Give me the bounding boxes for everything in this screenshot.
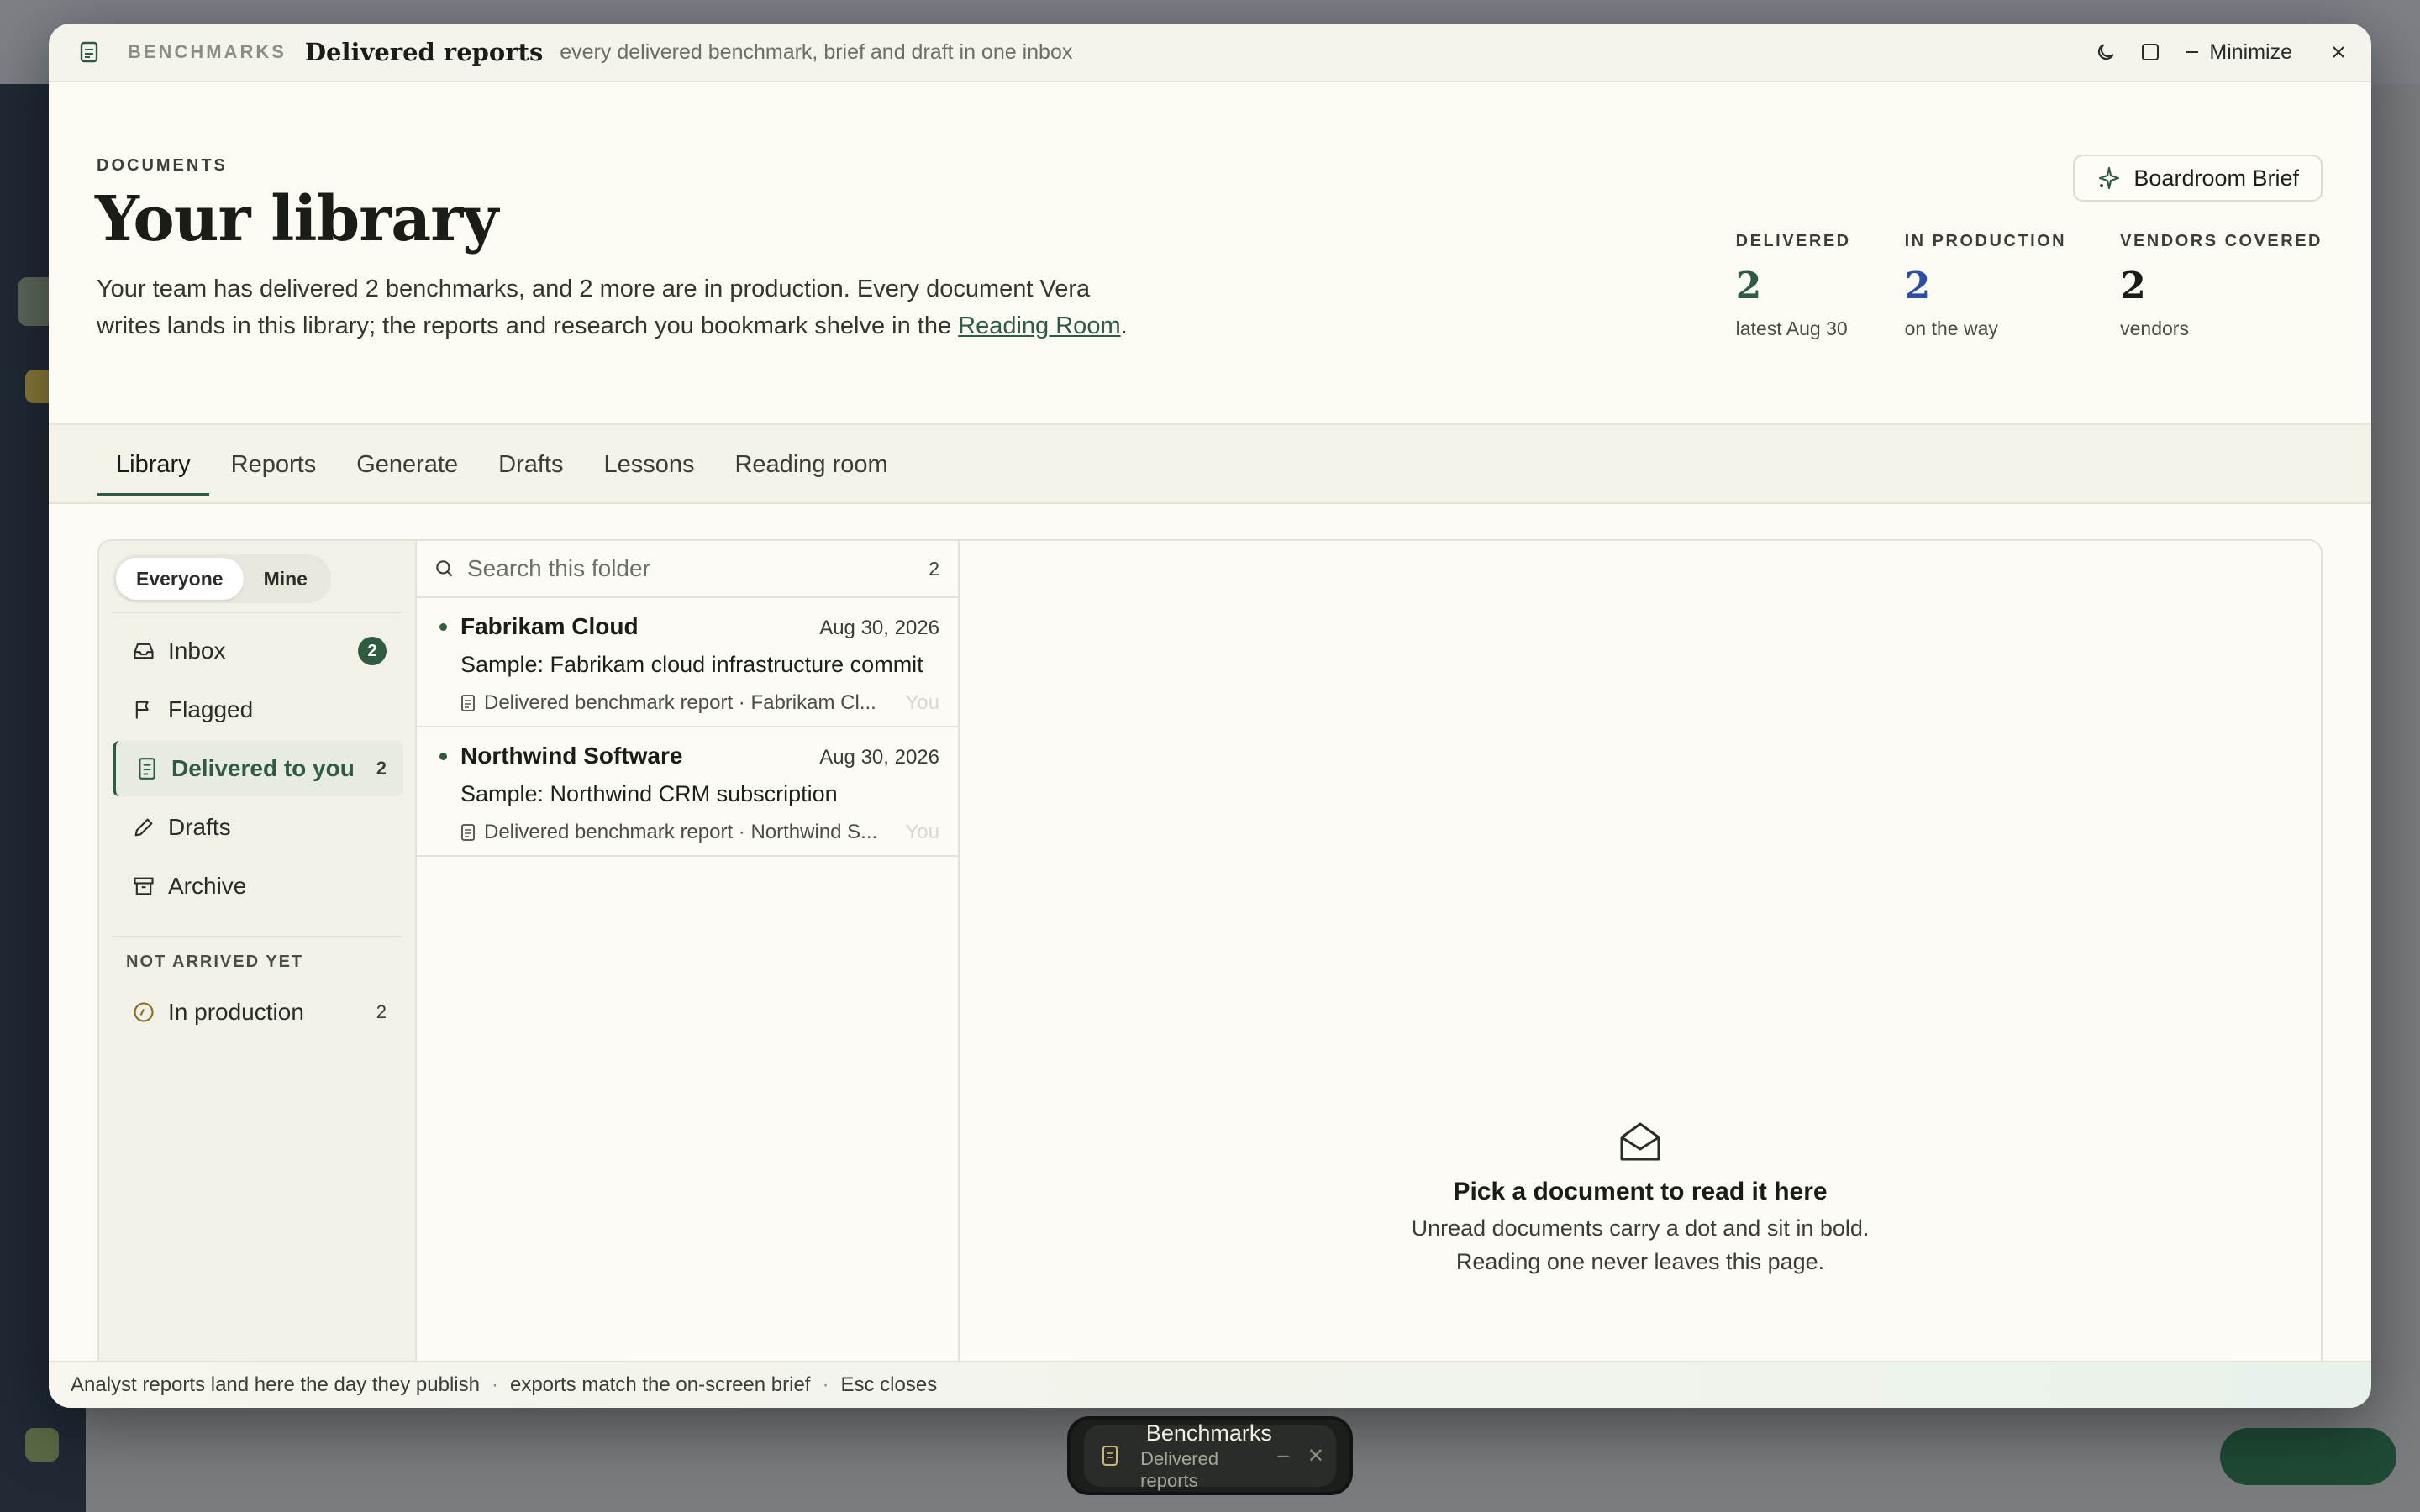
tab-generate[interactable]: Generate (338, 425, 476, 504)
delivered-count: 2 (376, 758, 387, 779)
empty-state-line: Unread documents carry a dot and sit in … (1411, 1215, 1870, 1241)
close-icon (2333, 46, 2344, 58)
window-footer: Analyst reports land here the day they p… (49, 1361, 2371, 1408)
window-title: Delivered reports (304, 38, 544, 66)
tab-drafts[interactable]: Drafts (480, 425, 581, 504)
maximize-button[interactable] (2140, 42, 2160, 62)
library-hero: DOCUMENTS Your library Your team has del… (49, 84, 2371, 425)
folder-drafts[interactable]: Drafts (113, 800, 403, 855)
folder-divider (113, 936, 402, 937)
item-subject: Sample: Fabrikam cloud infrastructure co… (460, 652, 923, 677)
dock-subtitle: Delivered reports (1140, 1447, 1219, 1491)
empty-state-line: Reading one never leaves this page. (1455, 1249, 1825, 1274)
in-production-count: 2 (376, 1001, 387, 1022)
folder-archive[interactable]: Archive (113, 858, 403, 914)
list-item[interactable]: Northwind Software Aug 30, 2026 Sample: … (417, 727, 958, 857)
window-actions: Minimize (2095, 40, 2348, 65)
list-item[interactable]: Fabrikam Cloud Aug 30, 2026 Sample: Fabr… (417, 598, 958, 727)
folder-delivered[interactable]: Delivered to you 2 (113, 741, 403, 796)
item-date: Aug 30, 2026 (819, 746, 939, 769)
backdrop-assistant-button (2220, 1428, 2396, 1485)
flag-icon (131, 697, 156, 722)
document-icon (134, 756, 160, 781)
result-count: 2 (929, 557, 939, 580)
dock-title: Benchmarks (1145, 1420, 1272, 1446)
item-owner: You (905, 821, 940, 843)
stat-delivered: DELIVERED 2 latest Aug 30 (1735, 232, 1851, 339)
dock-close-button[interactable]: ✕ (1307, 1444, 1324, 1468)
owner-filter: Everyone Mine (113, 554, 331, 603)
item-date: Aug 30, 2026 (819, 617, 939, 639)
stat-vendors-covered: VENDORS COVERED 2 vendors (2120, 232, 2323, 339)
window-eyebrow: BENCHMARKS (128, 41, 287, 62)
dark-mode-button[interactable] (2095, 41, 2117, 63)
boardroom-brief-label: Boardroom Brief (2133, 165, 2299, 191)
folder-sidebar: Everyone Mine Inbox 2 Flagged Delivered … (99, 541, 417, 1386)
folder-inbox[interactable]: Inbox 2 (113, 623, 403, 679)
minimize-label: Minimize (2209, 39, 2292, 64)
pencil-icon (131, 815, 156, 840)
moon-icon (2098, 44, 2115, 60)
footer-note: exports match the on-screen brief (509, 1373, 811, 1396)
item-sender: Northwind Software (460, 743, 683, 769)
reading-pane: Pick a document to read it here Unread d… (960, 541, 2321, 1386)
document-list: 2 Fabrikam Cloud Aug 30, 2026 Sample: Fa… (417, 541, 960, 1386)
hero-description: Your team has delivered 2 benchmarks, an… (97, 276, 1128, 339)
maximize-icon (2142, 44, 2160, 60)
library-tabs: Library Reports Generate Drafts Lessons … (49, 425, 2371, 504)
tab-reports[interactable]: Reports (213, 425, 335, 504)
search-icon (436, 560, 453, 577)
window-dock-chip[interactable]: Benchmarks Delivered reports – ✕ (1067, 1416, 1353, 1495)
document-icon (1096, 1441, 1123, 1470)
minimize-button[interactable]: Minimize (2184, 40, 2292, 65)
boardroom-brief-button[interactable]: Boardroom Brief (2073, 155, 2323, 202)
tab-reading-room[interactable]: Reading room (716, 425, 906, 504)
filter-mine[interactable]: Mine (244, 558, 328, 600)
unread-dot (439, 623, 447, 631)
inbox-count-badge: 2 (358, 637, 387, 665)
search-input[interactable] (467, 555, 929, 582)
inbox-icon (131, 638, 156, 664)
empty-state-title: Pick a document to read it here (1453, 1178, 1828, 1205)
item-subject: Sample: Northwind CRM subscription (460, 781, 838, 806)
item-meta: Delivered benchmark report · Fabrikam Cl… (484, 691, 876, 714)
library-stats: DELIVERED 2 latest Aug 30 IN PRODUCTION … (1736, 232, 2323, 340)
tab-library[interactable]: Library (97, 425, 209, 504)
sparkle-icon (2099, 166, 2120, 190)
clock-icon (131, 1000, 156, 1025)
item-owner: You (905, 691, 940, 714)
folder-in-production[interactable]: In production 2 (113, 984, 403, 1040)
close-button[interactable] (2329, 43, 2348, 61)
filter-everyone[interactable]: Everyone (116, 558, 244, 600)
minus-icon (2186, 51, 2199, 53)
folder-divider (113, 612, 402, 613)
open-envelope-icon (960, 1121, 2321, 1163)
item-meta: Delivered benchmark report · Northwind S… (484, 821, 878, 843)
reading-room-link[interactable]: Reading Room (958, 312, 1120, 339)
footer-note: Esc closes (840, 1373, 938, 1396)
item-sender: Fabrikam Cloud (460, 613, 639, 639)
document-icon (72, 35, 106, 69)
footer-note: Analyst reports land here the day they p… (71, 1373, 480, 1396)
not-arrived-heading: NOT ARRIVED YET (126, 953, 304, 971)
dock-minimize-button[interactable]: – (1278, 1444, 1289, 1468)
page-title: Your library (95, 183, 498, 255)
document-icon (461, 695, 475, 711)
tab-lessons[interactable]: Lessons (585, 425, 713, 504)
folder-search: 2 (417, 541, 958, 598)
window-titlebar: BENCHMARKS Delivered reports every deliv… (49, 24, 2371, 82)
window-subtitle: every delivered benchmark, brief and dra… (560, 39, 1073, 64)
hero-eyebrow: DOCUMENTS (97, 156, 228, 175)
unread-dot (439, 753, 447, 760)
stat-in-production: IN PRODUCTION 2 on the way (1904, 232, 2067, 339)
reports-window: BENCHMARKS Delivered reports every deliv… (49, 24, 2371, 1408)
document-icon (461, 824, 475, 841)
folder-flagged[interactable]: Flagged (113, 682, 403, 738)
mail-pane: Everyone Mine Inbox 2 Flagged Delivered … (97, 539, 2323, 1388)
empty-state: Pick a document to read it here Unread d… (960, 1121, 2321, 1273)
archive-icon (131, 874, 156, 899)
